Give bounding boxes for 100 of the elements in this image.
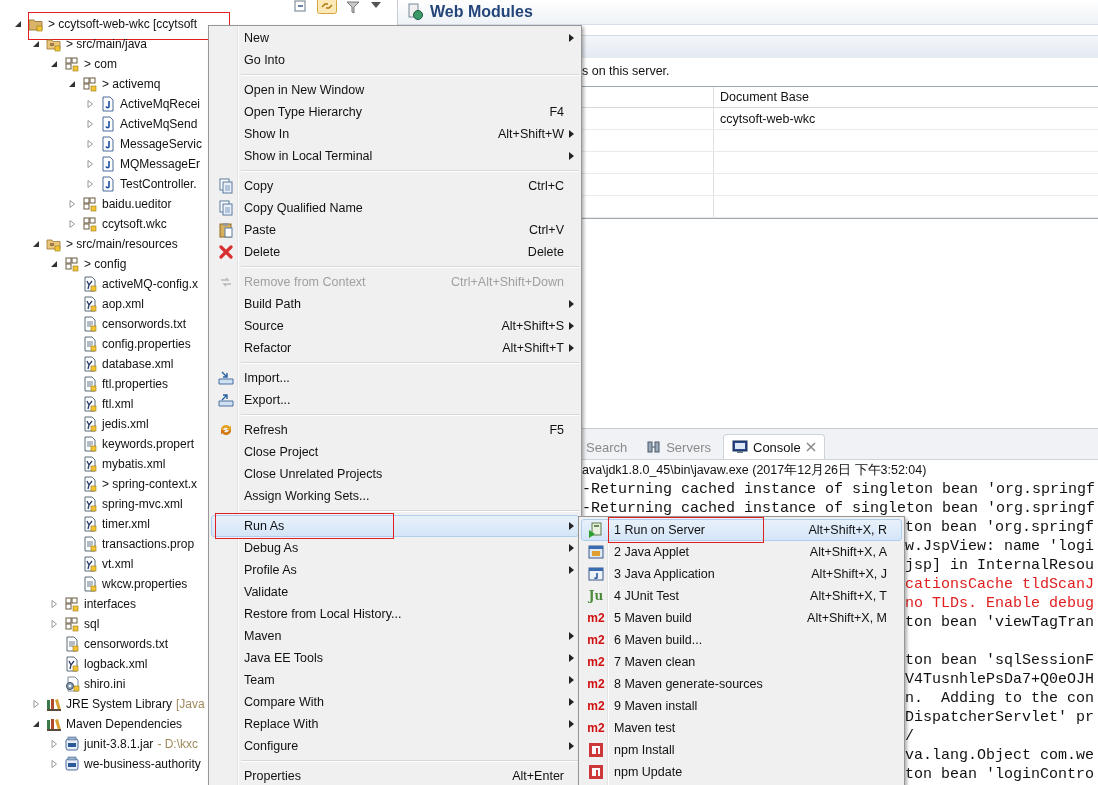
menu-item[interactable]: Configure <box>211 735 579 757</box>
menu-item[interactable]: Java EE Tools <box>211 647 579 669</box>
tree-item[interactable]: spring-mvc.xml <box>102 497 183 511</box>
menu-item[interactable]: Maven <box>211 625 579 647</box>
menu-item[interactable]: Export... <box>211 389 579 411</box>
menu-item[interactable]: Refresh F5 <box>211 419 579 441</box>
menu-item[interactable]: Delete Delete <box>211 241 579 263</box>
tree-item[interactable]: aop.xml <box>102 297 145 311</box>
menu-item[interactable]: Close Unrelated Projects <box>211 463 579 485</box>
menu-item[interactable]: Source Alt+Shift+S <box>211 315 579 337</box>
tree-item[interactable]: shiro.ini <box>84 677 126 691</box>
collapsed-arrow-icon[interactable] <box>66 218 78 230</box>
tree-item[interactable]: ftl.xml <box>102 397 134 411</box>
tree-item[interactable]: ftl.properties <box>102 377 169 391</box>
tree-item[interactable]: jedis.xml <box>102 417 149 431</box>
tree-item[interactable]: ActiveMqSend <box>120 117 198 131</box>
menu-item[interactable]: Restore from Local History... <box>211 603 579 625</box>
tree-item[interactable]: MQMessageEr <box>120 157 201 171</box>
menu-item[interactable]: Validate <box>211 581 579 603</box>
menu-item[interactable]: Paste Ctrl+V <box>211 219 579 241</box>
menu-item[interactable]: Replace With <box>211 713 579 735</box>
tree-item[interactable]: logback.xml <box>84 657 148 671</box>
menu-item[interactable]: Copy Qualified Name <box>211 197 579 219</box>
menu-item[interactable]: Run As <box>211 515 579 537</box>
collapsed-arrow-icon[interactable] <box>48 738 60 750</box>
tree-item[interactable]: junit-3.8.1.jar <box>84 737 154 751</box>
view-tab[interactable]: Console <box>723 434 825 459</box>
tree-item[interactable]: activeMQ-config.x <box>102 277 199 291</box>
tree-item[interactable]: MessageServic <box>120 137 203 151</box>
tree-item[interactable]: censorwords.txt <box>84 637 169 651</box>
tree-item[interactable]: baidu.ueditor <box>102 197 172 211</box>
collapsed-arrow-icon[interactable] <box>30 698 42 710</box>
menu-item[interactable]: Assign Working Sets... <box>211 485 579 507</box>
close-icon[interactable] <box>805 442 816 452</box>
tree-item[interactable]: mybatis.xml <box>102 457 166 471</box>
tree-item[interactable]: database.xml <box>102 357 174 371</box>
tree-item[interactable]: > src/main/java <box>66 37 148 51</box>
collapsed-arrow-icon[interactable] <box>84 178 96 190</box>
menu-item[interactable]: m2 7 Maven clean <box>581 651 902 673</box>
tree-item[interactable]: Maven Dependencies <box>66 717 183 731</box>
collapsed-arrow-icon[interactable] <box>66 198 78 210</box>
menu-item[interactable]: Team <box>211 669 579 691</box>
tree-item[interactable]: JRE System Library <box>66 697 173 711</box>
menu-item[interactable]: m2 8 Maven generate-sources <box>581 673 902 695</box>
tree-item[interactable]: > activemq <box>102 77 161 91</box>
column-header[interactable]: Document Base <box>714 87 1098 107</box>
tree-item[interactable]: interfaces <box>84 597 137 611</box>
tree-item[interactable]: > com <box>84 57 117 71</box>
tree-item[interactable]: vt.xml <box>102 557 134 571</box>
menu-item[interactable]: Properties Alt+Enter <box>211 765 579 785</box>
menu-item[interactable]: m2 Maven test <box>581 717 902 739</box>
menu-item[interactable]: Import... <box>211 367 579 389</box>
tree-item[interactable]: ActiveMqRecei <box>120 97 201 111</box>
tree-item[interactable]: sql <box>84 617 100 631</box>
collapsed-arrow-icon[interactable] <box>84 98 96 110</box>
tree-item[interactable]: timer.xml <box>102 517 150 531</box>
menu-item[interactable]: npm Install <box>581 739 902 761</box>
menu-item[interactable]: m2 6 Maven build... <box>581 629 902 651</box>
menu-item[interactable]: Open in New Window <box>211 79 579 101</box>
tree-item[interactable]: config.properties <box>102 337 191 351</box>
collapsed-arrow-icon[interactable] <box>48 598 60 610</box>
tree-item[interactable]: > spring-context.x <box>102 477 198 491</box>
tree-item[interactable]: > ccytsoft-web-wkc [ccytsoft <box>48 17 198 31</box>
menu-item[interactable]: Build Path <box>211 293 579 315</box>
menu-item[interactable]: 2 Java Applet Alt+Shift+X, A <box>581 541 902 563</box>
link-editor-icon[interactable] <box>317 0 337 14</box>
tree-item[interactable]: ccytsoft.wkc <box>102 217 167 231</box>
collapsed-arrow-icon[interactable] <box>48 758 60 770</box>
menu-item[interactable]: Show in Local Terminal <box>211 145 579 167</box>
tree-item[interactable]: censorwords.txt <box>102 317 187 331</box>
tree-item[interactable]: transactions.prop <box>102 537 195 551</box>
menu-item[interactable]: m2 9 Maven install <box>581 695 902 717</box>
menu-item[interactable]: 3 Java Application Alt+Shift+X, J <box>581 563 902 585</box>
menu-item[interactable]: Ju 4 JUnit Test Alt+Shift+X, T <box>581 585 902 607</box>
menu-item[interactable]: Open Type Hierarchy F4 <box>211 101 579 123</box>
collapsed-arrow-icon[interactable] <box>48 618 60 630</box>
collapsed-arrow-icon[interactable] <box>84 138 96 150</box>
collapsed-arrow-icon[interactable] <box>84 118 96 130</box>
tree-item[interactable]: > config <box>84 257 127 271</box>
menu-item[interactable]: Show In Alt+Shift+W <box>211 123 579 145</box>
menu-item[interactable]: npm Update <box>581 761 902 783</box>
menu-item[interactable]: Compare With <box>211 691 579 713</box>
menu-item[interactable]: Profile As <box>211 559 579 581</box>
menu-item[interactable]: Refactor Alt+Shift+T <box>211 337 579 359</box>
menu-item[interactable]: Debug As <box>211 537 579 559</box>
tree-item[interactable]: wkcw.properties <box>102 577 188 591</box>
menu-item[interactable]: Close Project <box>211 441 579 463</box>
tree-item[interactable]: > src/main/resources <box>66 237 178 251</box>
tree-item[interactable]: TestController. <box>120 177 197 191</box>
menu-item[interactable]: Copy Ctrl+C <box>211 175 579 197</box>
filter-icon[interactable] <box>345 0 361 14</box>
menu-item[interactable]: Go Into <box>211 49 579 71</box>
tree-item[interactable]: keywords.propert <box>102 437 195 451</box>
collapsed-arrow-icon[interactable] <box>84 158 96 170</box>
view-menu-icon[interactable] <box>369 0 383 10</box>
menu-item[interactable]: 1 Run on Server Alt+Shift+X, R <box>581 519 902 541</box>
tree-item[interactable]: we-business-authority <box>84 757 201 771</box>
collapse-all-icon[interactable] <box>293 0 309 14</box>
menu-item[interactable]: New <box>211 27 579 49</box>
menu-item[interactable]: m2 5 Maven build Alt+Shift+X, M <box>581 607 902 629</box>
